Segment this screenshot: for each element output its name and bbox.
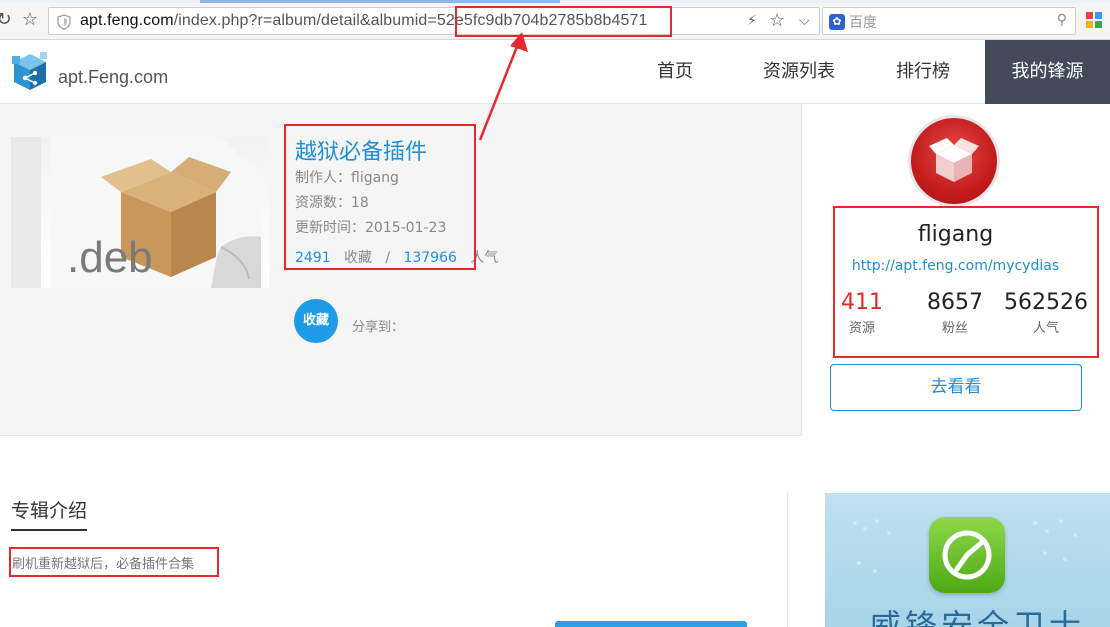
chevron-down-icon[interactable]: ⌵ bbox=[799, 13, 810, 29]
share-label: 分享到： bbox=[352, 320, 405, 335]
user-panel: fligang http://apt.feng.com/mycydias 411… bbox=[801, 104, 1110, 436]
shield-icon bbox=[57, 14, 71, 30]
favorite-star-icon[interactable]: ☆ bbox=[769, 10, 785, 31]
favorite-button[interactable]: 收藏 bbox=[294, 299, 338, 343]
visit-button[interactable]: 去看看 bbox=[830, 364, 1082, 411]
logo-text[interactable]: apt.Feng.com bbox=[58, 67, 168, 88]
reload-icon[interactable]: ↻ bbox=[0, 10, 14, 30]
annotation-arrow-icon bbox=[478, 32, 528, 141]
nav-home[interactable]: 首页 bbox=[636, 40, 714, 104]
annotation-box-user-info bbox=[833, 206, 1099, 358]
cydia-box-icon bbox=[929, 138, 979, 182]
album-cover-image[interactable]: .deb bbox=[11, 137, 269, 288]
tab-strip-edge bbox=[0, 0, 1110, 3]
logo-icon[interactable] bbox=[10, 50, 50, 92]
baidu-paw-icon: ✿ bbox=[829, 14, 845, 30]
deb-package-icon: .deb bbox=[11, 137, 261, 288]
lightning-icon[interactable]: ⚡ bbox=[747, 13, 757, 29]
annotation-box-intro bbox=[9, 547, 219, 577]
security-guard-icon bbox=[929, 517, 1005, 593]
user-avatar[interactable] bbox=[908, 115, 1000, 207]
url-host: apt.feng.com bbox=[80, 12, 174, 29]
nav-resource-list[interactable]: 资源列表 bbox=[744, 40, 854, 104]
search-placeholder: 百度 bbox=[849, 15, 877, 31]
apps-grid-icon[interactable] bbox=[1086, 12, 1102, 28]
address-bar[interactable]: apt.feng.com/index.php?r=album/detail&al… bbox=[48, 7, 820, 35]
annotation-box-album-info bbox=[284, 124, 476, 270]
divider bbox=[787, 493, 788, 627]
ad-banner[interactable]: 威锋安全卫士 bbox=[825, 493, 1110, 627]
album-section: .deb 越狱必备插件 制作人：fligang 资源数：18 更新时间：2015… bbox=[0, 104, 1110, 436]
svg-text:.deb: .deb bbox=[67, 233, 153, 282]
compass-icon bbox=[942, 530, 992, 580]
site-header: apt.Feng.com 首页 资源列表 排行榜 我的锋源 bbox=[0, 40, 1110, 104]
browser-search-box[interactable]: ✿ 百度 ⚲ bbox=[822, 7, 1076, 35]
blue-button-edge[interactable] bbox=[555, 621, 747, 627]
url-path: /index.php?r=album/detail&albumid= bbox=[173, 12, 437, 29]
nav-my-source[interactable]: 我的锋源 bbox=[985, 40, 1110, 104]
nav-ranking[interactable]: 排行榜 bbox=[880, 40, 966, 104]
ad-text: 威锋安全卫士 bbox=[869, 607, 1086, 627]
bookmark-star-icon[interactable]: ☆ bbox=[20, 10, 40, 30]
intro-title: 专辑介绍 bbox=[11, 496, 88, 531]
search-icon[interactable]: ⚲ bbox=[1057, 12, 1067, 28]
